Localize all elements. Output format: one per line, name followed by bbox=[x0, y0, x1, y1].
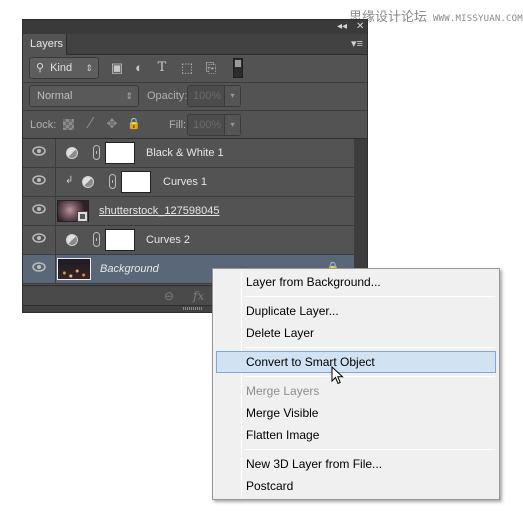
close-panel-icon[interactable]: ✕ bbox=[356, 21, 364, 33]
filter-row: ⚲ Kind ⇕ ▣ ◐ T ⬚ ⎘ bbox=[23, 55, 367, 83]
adjustment-layer-icon bbox=[66, 234, 78, 246]
opacity-field[interactable]: 100% ▾ bbox=[187, 85, 241, 107]
menu-item-delete-layer[interactable]: Delete Layer bbox=[216, 322, 496, 344]
blend-mode-select[interactable]: Normal ⇕ bbox=[29, 85, 139, 107]
link-layers-icon[interactable]: ⊖ bbox=[164, 288, 174, 304]
layers-list: Black & White 1 ↲ Curves 1 shutterstock_… bbox=[23, 139, 354, 285]
layer-row[interactable]: ↲ Curves 1 bbox=[23, 168, 354, 197]
blend-row: Normal ⇕ Opacity: 100% ▾ bbox=[23, 83, 367, 111]
visibility-toggle[interactable] bbox=[23, 168, 56, 196]
eye-icon bbox=[32, 262, 46, 272]
layer-row[interactable]: Curves 2 bbox=[23, 226, 354, 255]
lock-image-pixels-icon[interactable]: ⁄ bbox=[83, 114, 99, 134]
menu-item-merge-layers: Merge Layers bbox=[246, 384, 320, 398]
opacity-dropdown-icon[interactable]: ▾ bbox=[224, 86, 240, 106]
spin-arrows-icon: ⇕ bbox=[85, 63, 93, 73]
fill-value: 100% bbox=[193, 119, 222, 131]
eye-icon bbox=[32, 146, 46, 156]
search-icon: ⚲ bbox=[36, 62, 45, 74]
layer-thumbnail[interactable] bbox=[57, 258, 91, 280]
visibility-toggle[interactable] bbox=[23, 226, 56, 254]
filter-kind-label: Kind bbox=[50, 62, 73, 74]
layer-row[interactable]: shutterstock_127598045 bbox=[23, 197, 354, 226]
menu-separator bbox=[245, 449, 495, 450]
panel-menu-icon[interactable]: ▾≡ bbox=[351, 37, 363, 51]
fill-label: Fill: bbox=[169, 119, 187, 131]
link-chain-icon[interactable] bbox=[93, 145, 100, 160]
fill-dropdown-icon[interactable]: ▾ bbox=[224, 115, 240, 135]
layers-scrollbar[interactable] bbox=[354, 139, 367, 285]
eye-icon bbox=[32, 233, 46, 243]
layer-name[interactable]: Background bbox=[100, 255, 159, 283]
lock-all-icon[interactable]: 🔒 bbox=[126, 114, 142, 134]
adjustment-layer-filter-icon[interactable]: ◐ bbox=[131, 60, 147, 76]
layer-mask-thumbnail[interactable] bbox=[105, 142, 135, 164]
smart-object-filter-icon[interactable]: ⎘ bbox=[203, 60, 219, 76]
shape-layer-filter-icon[interactable]: ⬚ bbox=[179, 60, 195, 76]
menu-item-new-3d-layer-from-file[interactable]: New 3D Layer from File... bbox=[216, 453, 496, 475]
link-chain-icon[interactable] bbox=[109, 174, 116, 189]
menu-item-duplicate-layer[interactable]: Duplicate Layer... bbox=[216, 300, 496, 322]
layer-mask-thumbnail[interactable] bbox=[105, 229, 135, 251]
opacity-label: Opacity: bbox=[147, 90, 188, 102]
panel-titlebar[interactable]: ◂◂ ✕ bbox=[23, 20, 367, 34]
tab-layers[interactable]: Layers bbox=[23, 34, 67, 55]
menu-item-postcard[interactable]: Postcard bbox=[216, 475, 496, 497]
lock-label: Lock: bbox=[30, 119, 57, 131]
layer-name[interactable]: shutterstock_127598045 bbox=[99, 197, 219, 225]
opacity-value: 100% bbox=[193, 90, 222, 102]
clipping-mask-arrow-icon: ↲ bbox=[65, 175, 74, 186]
type-layer-filter-icon[interactable]: T bbox=[154, 60, 170, 76]
watermark: 思缘设计论坛 WWW.MISSYUAN.COM bbox=[349, 6, 523, 24]
layer-mask-thumbnail[interactable] bbox=[121, 171, 151, 193]
pixel-layer-filter-icon[interactable]: ▣ bbox=[109, 60, 125, 76]
collapse-panel-icon[interactable]: ◂◂ bbox=[337, 21, 347, 33]
lock-transparent-pixels-icon[interactable] bbox=[63, 119, 74, 130]
menu-item-merge-visible[interactable]: Merge Visible bbox=[216, 402, 496, 424]
layer-row[interactable]: Black & White 1 bbox=[23, 139, 354, 168]
menu-separator bbox=[245, 376, 495, 377]
layer-name[interactable]: Curves 2 bbox=[146, 226, 190, 254]
filter-kind-select[interactable]: ⚲ Kind ⇕ bbox=[29, 57, 99, 79]
menu-item-flatten-image[interactable]: Flatten Image bbox=[216, 424, 496, 446]
mouse-cursor-icon bbox=[331, 366, 344, 385]
layer-name[interactable]: Curves 1 bbox=[163, 168, 207, 196]
panel-tabbar: Layers ▾≡ bbox=[23, 34, 367, 55]
fill-field[interactable]: 100% ▾ bbox=[187, 114, 241, 136]
filter-toggle-switch[interactable] bbox=[233, 58, 243, 78]
lock-row: Lock: ⁄ ✥ 🔒 Fill: 100% ▾ bbox=[23, 111, 367, 139]
watermark-url: WWW.MISSYUAN.COM bbox=[433, 14, 523, 24]
menu-item-convert-to-smart-object[interactable]: Convert to Smart Object bbox=[216, 351, 496, 373]
adjustment-layer-icon bbox=[66, 147, 78, 159]
spin-arrows-icon: ⇕ bbox=[125, 91, 133, 101]
link-chain-icon[interactable] bbox=[93, 232, 100, 247]
adjustment-layer-icon bbox=[82, 176, 94, 188]
menu-separator bbox=[245, 347, 495, 348]
smart-object-badge-icon bbox=[77, 211, 88, 222]
visibility-toggle[interactable] bbox=[23, 255, 56, 283]
layer-name[interactable]: Black & White 1 bbox=[146, 139, 224, 167]
context-menu: Layer from Background... Duplicate Layer… bbox=[212, 268, 500, 500]
visibility-toggle[interactable] bbox=[23, 139, 56, 167]
eye-icon bbox=[32, 204, 46, 214]
menu-item-layer-from-background[interactable]: Layer from Background... bbox=[216, 271, 496, 293]
fx-icon[interactable]: fx bbox=[193, 288, 204, 304]
menu-separator bbox=[245, 296, 495, 297]
lock-position-icon[interactable]: ✥ bbox=[104, 114, 120, 134]
eye-icon bbox=[32, 175, 46, 185]
blend-mode-value: Normal bbox=[37, 90, 73, 102]
visibility-toggle[interactable] bbox=[23, 197, 56, 225]
